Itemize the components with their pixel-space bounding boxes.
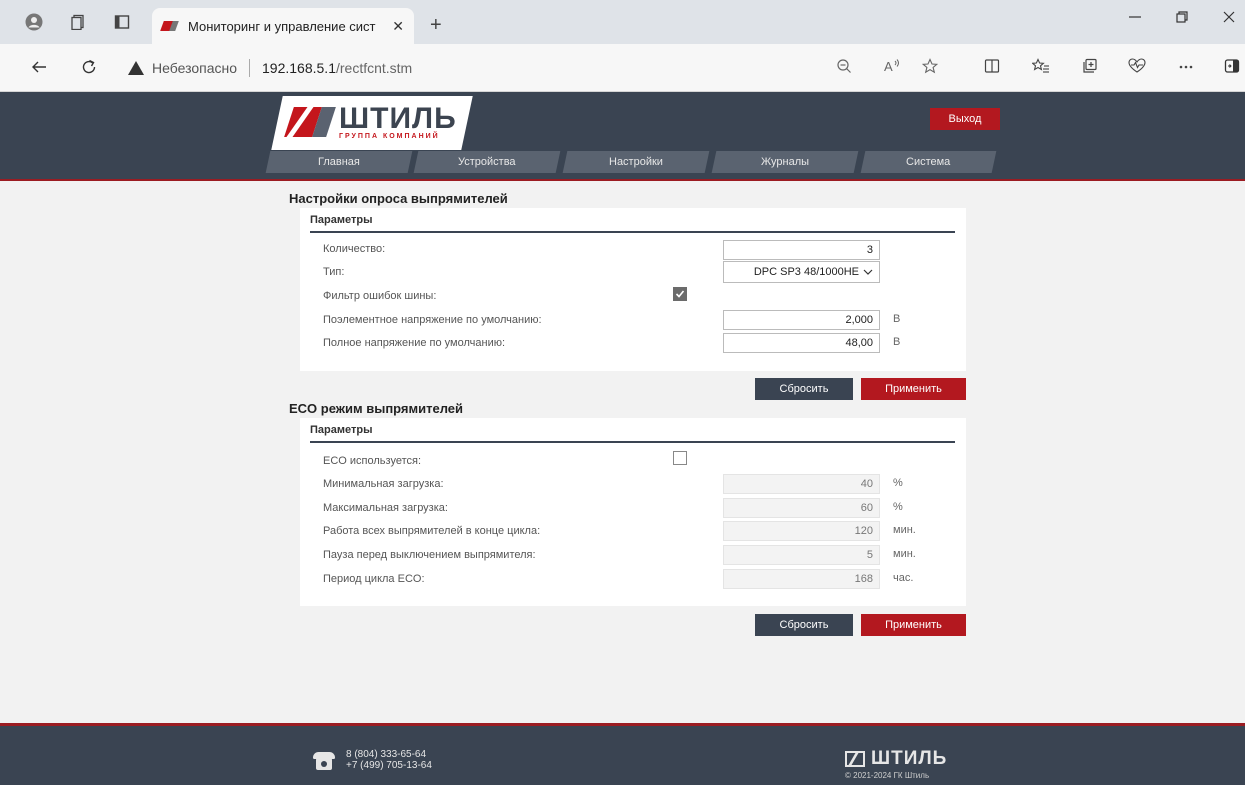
period-label: Период цикла ECO: (323, 573, 425, 585)
max-load-input[interactable] (723, 498, 880, 518)
split-screen-icon[interactable] (984, 58, 1000, 78)
period-unit: час. (893, 572, 914, 584)
menu-label: Система (906, 156, 951, 168)
poll-apply-button[interactable]: Применить (861, 378, 966, 400)
min-load-label: Минимальная загрузка: (323, 478, 444, 490)
logo-mark-icon (284, 107, 336, 137)
eco-used-label: ECO используется: (323, 455, 421, 467)
full-voltage-label: Полное напряжение по умолчанию: (323, 337, 506, 349)
all-work-input[interactable] (723, 521, 880, 541)
collections-add-icon[interactable] (1082, 58, 1098, 78)
logo-subtitle: ГРУППА КОМПАНИЙ (339, 132, 440, 140)
security-label[interactable]: Небезопасно (152, 60, 237, 76)
panel-divider (310, 231, 955, 233)
eco-reset-button[interactable]: Сбросить (755, 614, 853, 636)
max-load-label: Максимальная загрузка: (323, 502, 448, 514)
sidebar-toggle-icon[interactable] (1224, 58, 1240, 78)
zoom-icon[interactable] (836, 58, 852, 78)
copyright-text: © 2021-2024 ГК Штиль (845, 771, 930, 780)
menu-item-home[interactable]: Главная (265, 151, 413, 173)
menu-item-settings[interactable]: Настройки (562, 151, 710, 173)
close-window-icon[interactable] (1222, 10, 1236, 29)
type-label: Тип: (323, 266, 345, 278)
footer-logo-text: ШТИЛЬ (871, 748, 948, 769)
all-work-unit: мин. (893, 524, 916, 536)
eco-mode-title: ECO режим выпрямителей (289, 401, 464, 416)
restore-icon[interactable] (1175, 10, 1189, 29)
full-voltage-unit: В (893, 336, 901, 348)
reload-icon[interactable] (80, 58, 98, 81)
svg-text:A: A (884, 59, 893, 74)
profile-icon[interactable] (24, 12, 44, 32)
poll-settings-title: Настройки опроса выпрямителей (289, 191, 508, 206)
elem-voltage-unit: В (893, 313, 901, 325)
bus-filter-label: Фильтр ошибок шины: (323, 290, 437, 302)
browser-tab-bar: Мониторинг и управление сист ✕ + (0, 0, 1245, 44)
company-logo[interactable]: ШТИЛЬ ГРУППА КОМПАНИЙ (284, 100, 459, 144)
elem-voltage-label: Поэлементное напряжение по умолчанию: (323, 314, 542, 326)
panel-title: Параметры (310, 214, 373, 226)
menu-item-logs[interactable]: Журналы (711, 151, 859, 173)
count-label: Количество: (323, 243, 386, 255)
min-load-input[interactable] (723, 474, 880, 494)
browser-tab-active[interactable]: Мониторинг и управление сист ✕ (152, 8, 414, 44)
menu-item-devices[interactable]: Устройства (413, 151, 561, 173)
tab-actions-icon[interactable] (112, 12, 132, 32)
poll-reset-button[interactable]: Сбросить (755, 378, 853, 400)
tab-title: Мониторинг и управление сист (188, 18, 376, 34)
browser-address-bar: Небезопасно 192.168.5.1/rectfcnt.stm A (0, 44, 1245, 92)
eco-apply-button[interactable]: Применить (861, 614, 966, 636)
phone-number-2: +7 (499) 705-13-64 (346, 760, 432, 771)
elem-voltage-input[interactable] (723, 310, 880, 330)
menu-item-system[interactable]: Система (860, 151, 997, 173)
footer-logo: ШТИЛЬ © 2021-2024 ГК Штиль (845, 748, 947, 780)
logo-text: ШТИЛЬ (339, 101, 457, 135)
divider (249, 59, 251, 77)
favorite-star-icon[interactable] (921, 58, 939, 78)
warning-icon[interactable] (128, 61, 144, 75)
phone-number-1: 8 (804) 333-65-64 (346, 749, 427, 760)
minimize-icon[interactable] (1128, 10, 1142, 29)
more-options-icon[interactable] (1178, 58, 1194, 78)
site-footer (0, 726, 1245, 785)
back-icon[interactable] (30, 58, 48, 81)
eco-used-checkbox[interactable] (673, 451, 687, 465)
pause-unit: мин. (893, 548, 916, 560)
count-input[interactable] (723, 240, 880, 260)
url-path: /rectfcnt.stm (335, 60, 413, 76)
phone-icon (313, 752, 335, 770)
site-favicon-icon (162, 19, 180, 33)
read-aloud-icon[interactable]: A (883, 58, 901, 78)
pause-label: Пауза перед выключением выпрямителя: (323, 549, 536, 561)
chevron-down-icon (863, 267, 873, 278)
max-load-unit: % (893, 501, 903, 513)
type-select[interactable]: DPC SP3 48/1000HE (723, 261, 880, 283)
menu-label: Настройки (609, 156, 663, 168)
all-work-label: Работа всех выпрямителей в конце цикла: (323, 525, 541, 537)
favorites-icon[interactable] (1031, 58, 1050, 78)
health-extension-icon[interactable] (1128, 58, 1146, 78)
min-load-unit: % (893, 477, 903, 489)
checkmark-icon (675, 290, 685, 298)
url-host: 192.168.5.1 (262, 60, 336, 76)
url-text[interactable]: 192.168.5.1/rectfcnt.stm (262, 60, 412, 76)
new-tab-button[interactable]: + (430, 14, 442, 37)
collections-icon[interactable] (68, 12, 88, 32)
contact-phones: 8 (804) 333-65-64 +7 (499) 705-13-64 (346, 749, 432, 771)
bus-filter-checkbox[interactable] (673, 287, 687, 301)
panel-divider (310, 441, 955, 443)
type-select-value: DPC SP3 48/1000HE (753, 266, 859, 278)
panel-title: Параметры (310, 424, 373, 436)
menu-label: Главная (318, 156, 360, 168)
logout-button[interactable]: Выход (930, 108, 1000, 130)
pause-input[interactable] (723, 545, 880, 565)
footer-logo-mark-icon (845, 751, 865, 767)
menu-label: Устройства (458, 156, 516, 168)
period-input[interactable] (723, 569, 880, 589)
menu-label: Журналы (760, 156, 810, 168)
tab-close-icon[interactable]: ✕ (392, 18, 404, 35)
full-voltage-input[interactable] (723, 333, 880, 353)
